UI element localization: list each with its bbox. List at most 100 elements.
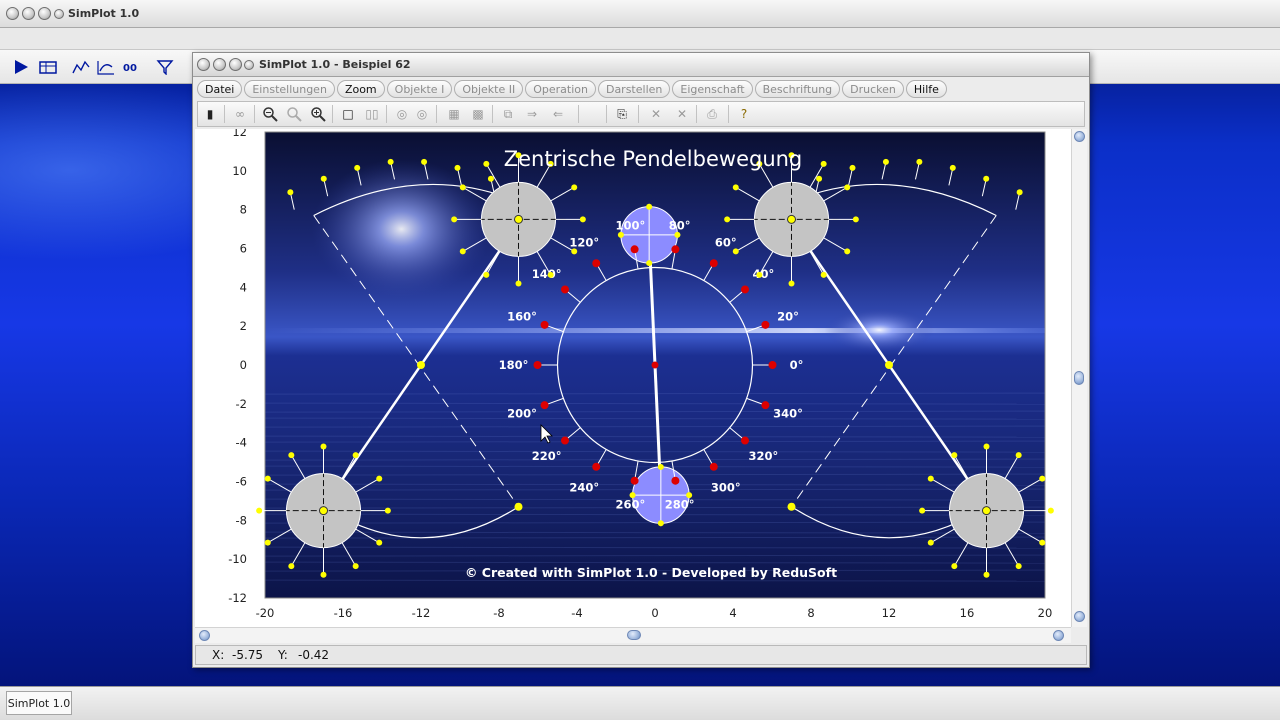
scroll-left-button[interactable]: [199, 630, 210, 641]
menu-item-zoom[interactable]: Zoom: [336, 80, 385, 98]
angle-label: 0°: [790, 358, 804, 372]
menu-item-einstellungen[interactable]: Einstellungen: [244, 80, 335, 98]
gear-point: [571, 184, 578, 191]
gear-point: [732, 248, 739, 255]
scroll-down-button[interactable]: [1074, 611, 1085, 622]
x-tick-label: -4: [571, 606, 582, 620]
gear-point: [732, 184, 739, 191]
angle-point: [761, 401, 770, 410]
angle-label: 340°: [773, 406, 803, 420]
left-cross-point: [417, 361, 425, 369]
gear-point: [256, 507, 263, 514]
angle-point: [540, 320, 549, 329]
menu-item-objekte-ii[interactable]: Objekte II: [454, 80, 524, 98]
x-tick-label: -16: [334, 606, 353, 620]
arc-point: [487, 175, 494, 182]
app-title: SimPlot 1.0: [68, 7, 140, 20]
data-series-icon[interactable]: 00: [120, 56, 142, 78]
vertical-scrollbar[interactable]: [1071, 129, 1087, 627]
filter-icon[interactable]: [154, 56, 176, 78]
gear-point: [459, 248, 466, 255]
gear-point: [756, 271, 763, 278]
plot-credit: © Created with SimPlot 1.0 - Developed b…: [465, 565, 837, 580]
gear-point: [264, 539, 271, 546]
delete-icon[interactable]: ✕: [672, 105, 692, 123]
angle-label: 20°: [777, 310, 799, 324]
gear-point: [384, 507, 391, 514]
doc-close-icon[interactable]: [197, 58, 210, 71]
calculator-icon[interactable]: ▮: [200, 105, 220, 123]
horizontal-scrollbar[interactable]: [195, 627, 1071, 643]
plot-canvas[interactable]: -20 -16 -12 -8 -4 0 4 8 12 16 20121086420-2-4-6-8-…: [195, 125, 1071, 627]
menu-item-datei[interactable]: Datei: [197, 80, 243, 98]
menu-item-objekte-i[interactable]: Objekte I: [386, 80, 453, 98]
printer-icon[interactable]: ⎙: [702, 105, 722, 123]
zoom-in-icon[interactable]: [308, 105, 328, 123]
doc-minimize-icon[interactable]: [213, 58, 226, 71]
table-icon[interactable]: [37, 56, 59, 78]
angle-label: 160°: [507, 310, 537, 324]
zoom-reset-icon[interactable]: [284, 105, 304, 123]
window-maximize-icon[interactable]: [38, 7, 51, 20]
arc-point: [387, 158, 394, 165]
menu-item-darstellen[interactable]: Darstellen: [597, 80, 671, 98]
angle-point: [768, 361, 777, 369]
glasses-icon[interactable]: ∞: [230, 105, 250, 123]
disc-point: [617, 231, 624, 238]
cut-icon[interactable]: ✕: [646, 105, 666, 123]
pages-icon[interactable]: ⎘: [612, 105, 632, 123]
arrow-right-icon[interactable]: ⇒: [522, 105, 542, 123]
x-tick-label: -12: [412, 606, 431, 620]
target2-icon[interactable]: ◎: [412, 105, 432, 123]
arc-point: [916, 158, 923, 165]
status-x-value: -5.75: [232, 648, 264, 662]
copy-icon[interactable]: ⧉: [498, 105, 518, 123]
gear-point: [820, 271, 827, 278]
target-icon[interactable]: ◎: [392, 105, 412, 123]
x-tick-label: 8: [807, 606, 814, 620]
doc-maximize-icon[interactable]: [229, 58, 242, 71]
document-window: SimPlot 1.0 - Beispiel 62 Datei Einstellu…: [192, 52, 1090, 668]
y-tick-label: -8: [236, 513, 247, 527]
plot-area[interactable]: -20 -16 -12 -8 -4 0 4 8 12 16 20 12 10 8 6 4 2 0 -2 -4 -6 -8-…: [195, 125, 1071, 627]
gear-point: [1039, 539, 1046, 546]
arrow-left-icon[interactable]: ⇐: [548, 105, 568, 123]
function-chart-icon[interactable]: [95, 56, 117, 78]
gear-point: [320, 571, 327, 578]
menu-item-hilfe[interactable]: Hilfe: [905, 80, 947, 98]
menu-item-eigenschaft[interactable]: Eigenschaft: [672, 80, 753, 98]
menu-item-beschriftung[interactable]: Beschriftung: [754, 80, 841, 98]
horizontal-scroll-thumb[interactable]: [627, 630, 641, 640]
gear-point: [788, 280, 795, 287]
image-icon[interactable]: ▩: [468, 105, 488, 123]
status-y-value: -0.42: [298, 648, 330, 662]
x-tick-label: 4: [729, 606, 736, 620]
arc-point: [816, 175, 823, 182]
line-chart-icon[interactable]: [70, 56, 92, 78]
arc-point: [454, 164, 461, 171]
gear-point: [459, 184, 466, 191]
grid-table-icon[interactable]: ▦: [444, 105, 464, 123]
menu-item-drucken[interactable]: Drucken: [842, 80, 904, 98]
arc-point: [1016, 189, 1023, 196]
help-icon[interactable]: ?: [734, 105, 754, 123]
angle-point: [741, 436, 750, 445]
y-tick-label: 10: [232, 164, 247, 178]
taskbar-app-button[interactable]: SimPlot 1.0: [6, 691, 72, 715]
scroll-right-button[interactable]: [1053, 630, 1064, 641]
menu-item-operation[interactable]: Operation: [525, 80, 596, 98]
status-y-label: Y:: [278, 648, 288, 662]
gear-point: [820, 160, 827, 167]
app-titlebar: SimPlot 1.0: [0, 0, 1280, 28]
play-icon[interactable]: [10, 56, 32, 78]
frames-icon[interactable]: ▯▯: [362, 105, 382, 123]
gear-point: [983, 571, 990, 578]
scroll-up-button[interactable]: [1074, 131, 1085, 142]
frame-icon[interactable]: □: [338, 105, 358, 123]
document-menubar: Datei Einstellungen Zoom Objekte I Objekte I…: [197, 79, 1085, 99]
window-close-icon[interactable]: [6, 7, 19, 20]
disc-point: [657, 520, 664, 527]
zoom-out-icon[interactable]: [260, 105, 280, 123]
vertical-scroll-thumb[interactable]: [1074, 371, 1084, 385]
window-minimize-icon[interactable]: [22, 7, 35, 20]
